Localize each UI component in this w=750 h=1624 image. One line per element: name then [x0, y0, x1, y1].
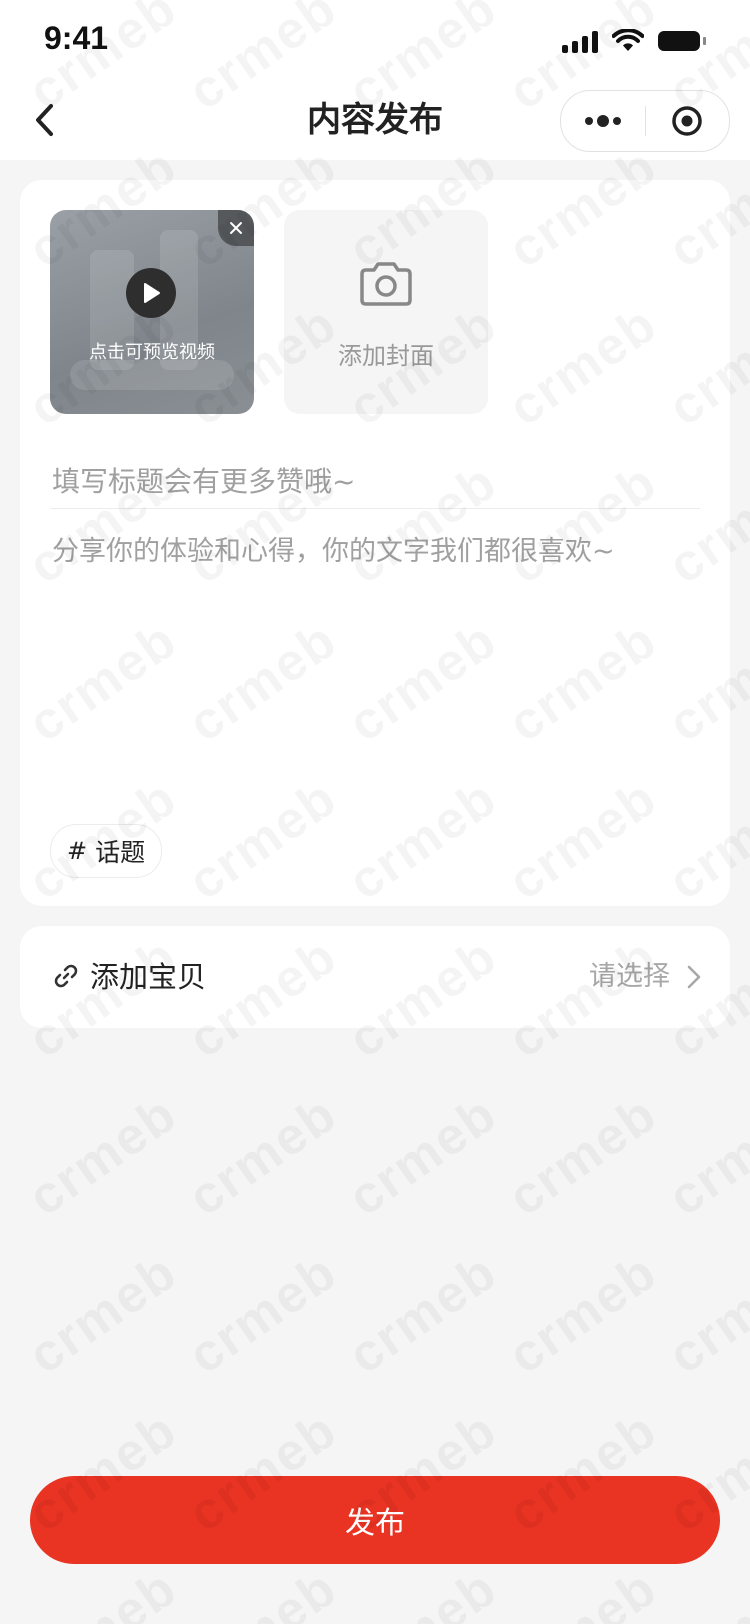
video-preview-label: 点击可预览视频	[89, 342, 215, 363]
chevron-right-icon	[687, 965, 701, 989]
battery-icon	[658, 31, 706, 51]
top-bar: 9:41 内容发布	[0, 0, 750, 160]
watermark-text: crmeb	[658, 1558, 750, 1624]
watermark-text: crmeb	[498, 1084, 668, 1228]
close-miniprogram-button[interactable]	[646, 91, 730, 151]
watermark-text: crmeb	[338, 1242, 508, 1386]
close-icon	[230, 222, 242, 234]
status-icons	[562, 26, 706, 56]
watermark-text: crmeb	[18, 1558, 188, 1624]
status-time: 9:41	[44, 20, 109, 56]
watermark-text: crmeb	[498, 1558, 668, 1624]
thumb-shape	[70, 360, 234, 390]
remove-video-button[interactable]	[218, 210, 254, 246]
play-button[interactable]	[126, 268, 176, 318]
title-input[interactable]	[50, 450, 704, 512]
product-select-placeholder: 请选择	[589, 961, 670, 992]
mini-program-capsule	[560, 90, 730, 152]
add-cover-label: 添加封面	[338, 342, 434, 370]
watermark-text: crmeb	[178, 1558, 348, 1624]
watermark-text: crmeb	[658, 1242, 750, 1386]
publish-button[interactable]: 发布	[30, 1476, 720, 1564]
watermark-text: crmeb	[658, 1084, 750, 1228]
signal-icon	[562, 29, 598, 53]
play-icon	[144, 283, 160, 303]
watermark-text: crmeb	[178, 1242, 348, 1386]
topic-button[interactable]: # 话题	[50, 824, 163, 878]
link-icon	[54, 964, 78, 988]
hash-icon: #	[67, 837, 88, 865]
watermark-text: crmeb	[498, 1242, 668, 1386]
watermark-text: crmeb	[18, 1084, 188, 1228]
watermark-text: crmeb	[338, 1084, 508, 1228]
watermark-text: crmeb	[338, 1558, 508, 1624]
divider	[50, 508, 700, 509]
more-button[interactable]	[561, 91, 645, 151]
add-product-row[interactable]: 添加宝贝 请选择	[20, 926, 730, 1028]
watermark-text: crmeb	[178, 1084, 348, 1228]
add-cover-button[interactable]: 添加封面	[284, 210, 488, 414]
camera-icon	[360, 262, 412, 306]
content-textarea[interactable]	[50, 530, 704, 774]
content-card: 点击可预览视频 添加封面 # 话题	[20, 180, 730, 906]
wifi-icon	[612, 29, 644, 51]
more-dots-icon	[584, 115, 621, 127]
add-product-label: 添加宝贝	[90, 960, 207, 994]
watermark-text: crmeb	[18, 1242, 188, 1386]
target-icon	[672, 106, 702, 136]
video-preview[interactable]: 点击可预览视频	[50, 210, 254, 414]
topic-label: 话题	[95, 838, 146, 867]
